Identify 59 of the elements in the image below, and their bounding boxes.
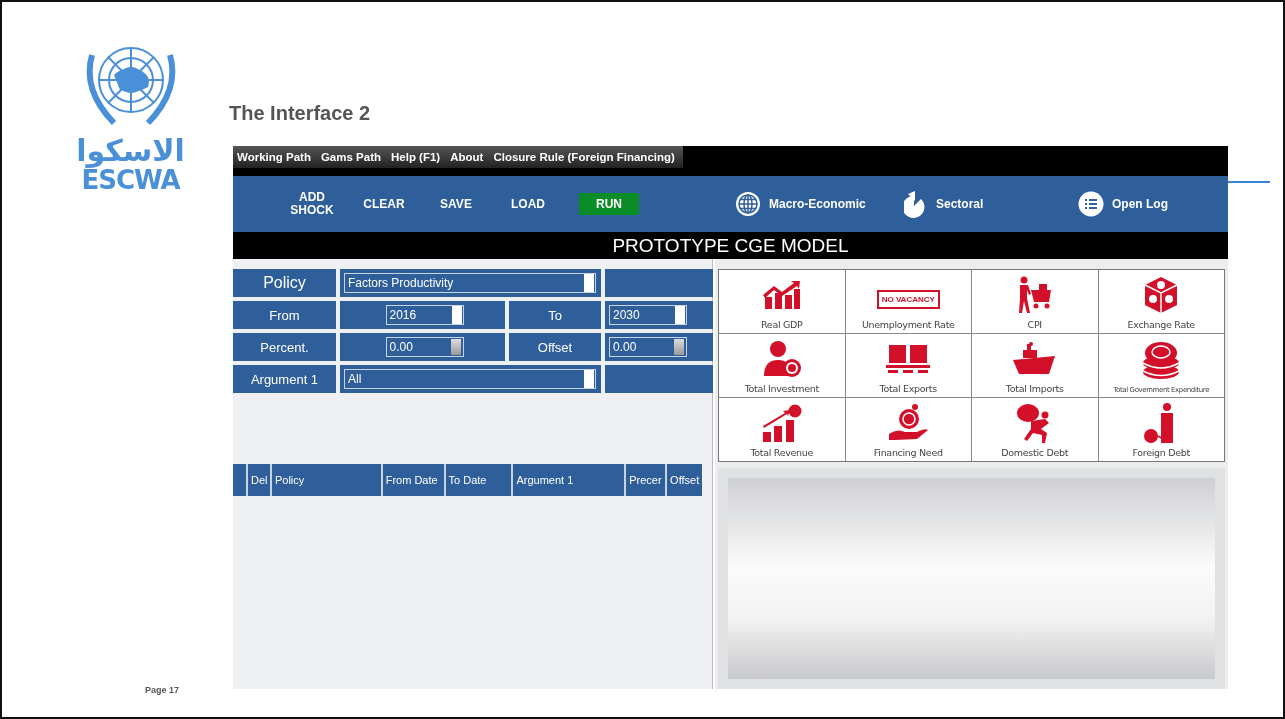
growth-chart-icon <box>761 280 802 309</box>
toolbar-button[interactable]: CLEAR <box>355 194 413 214</box>
slide-title: The Interface 2 <box>229 102 372 126</box>
indicator-tile[interactable]: Domestic Debt <box>972 398 1098 461</box>
indicator-tile[interactable]: Total Investment <box>719 334 845 397</box>
logo-arabic-text: الاسكوا <box>76 135 185 167</box>
field-label: Argument 1 <box>233 365 336 393</box>
person-coin-icon <box>761 339 802 378</box>
indicator-tile[interactable]: Financing Need <box>845 398 971 461</box>
toolbar-button[interactable]: SAVE <box>427 194 485 214</box>
menu-item[interactable]: Gams Path <box>320 151 381 163</box>
menu-item[interactable]: Closure Rule (Foreign Financing) <box>493 151 675 163</box>
coins-icon <box>1141 340 1182 380</box>
year-dropdown[interactable]: 2016 <box>385 305 464 325</box>
column-header: Del <box>246 464 270 496</box>
column-header: To Date <box>443 464 512 496</box>
view-link[interactable]: Open Log <box>1112 197 1168 211</box>
globe-icon[interactable] <box>735 191 761 217</box>
indicator-tile[interactable]: Real GDP <box>719 270 845 333</box>
column-header: Offset <box>665 464 702 496</box>
menu-item[interactable]: Help (F1) <box>391 151 441 163</box>
policy-dropdown[interactable]: Factors Productivity <box>344 273 596 293</box>
bar-chart-coin-icon <box>760 403 803 442</box>
field-label: From <box>233 301 336 329</box>
column-header: Argument 1 <box>511 464 625 496</box>
hand-coin-icon <box>887 403 930 442</box>
field-label: Policy <box>233 269 336 297</box>
view-link[interactable]: Sectoral <box>936 197 984 211</box>
indicator-tile[interactable]: Foreign Debt <box>1098 398 1224 461</box>
toolbar-button[interactable]: LOAD <box>499 194 557 214</box>
currency-cube-icon <box>1143 275 1180 314</box>
logo-text: ESCWA <box>81 167 180 193</box>
argument-dropdown[interactable]: All <box>344 369 596 389</box>
page-number: Page 17 <box>145 685 181 695</box>
banner-title: PROTOTYPE CGE MODEL <box>233 232 1228 259</box>
menu-item[interactable]: About <box>450 151 484 163</box>
field-label: Offset <box>509 333 601 361</box>
field-label: Percent. <box>233 333 336 361</box>
boxes-icon <box>886 342 931 375</box>
column-header: Policy <box>269 464 381 496</box>
indicator-tile[interactable]: Total Exports <box>845 334 971 397</box>
toolbar-button[interactable]: ADD SHOCK <box>283 188 341 220</box>
indicator-tile[interactable]: NO VACANCY Unemployment Rate <box>845 270 971 333</box>
column-header: Precer <box>624 464 666 496</box>
indicator-tile[interactable]: Total Imports <box>972 334 1098 397</box>
vacancy-sign: NO VACANCY <box>876 290 940 309</box>
view-link[interactable]: Macro-Economic <box>769 197 866 211</box>
indicator-tile[interactable]: Total Revenue <box>719 398 845 461</box>
indicator-tile[interactable]: CPI <box>972 270 1098 333</box>
run-button[interactable]: RUN <box>579 193 639 215</box>
number-spinner[interactable]: 0.00 <box>385 337 464 357</box>
ship-icon <box>1012 341 1057 376</box>
menu-item[interactable]: Working Path <box>237 151 311 163</box>
field-label: To <box>509 301 601 329</box>
indicator-tile[interactable]: Exchange Rate <box>1098 270 1224 333</box>
year-dropdown[interactable]: 2030 <box>609 305 687 325</box>
column-header: From Date <box>380 464 444 496</box>
number-spinner[interactable]: 0.00 <box>609 337 687 357</box>
list-icon[interactable] <box>1078 191 1104 217</box>
